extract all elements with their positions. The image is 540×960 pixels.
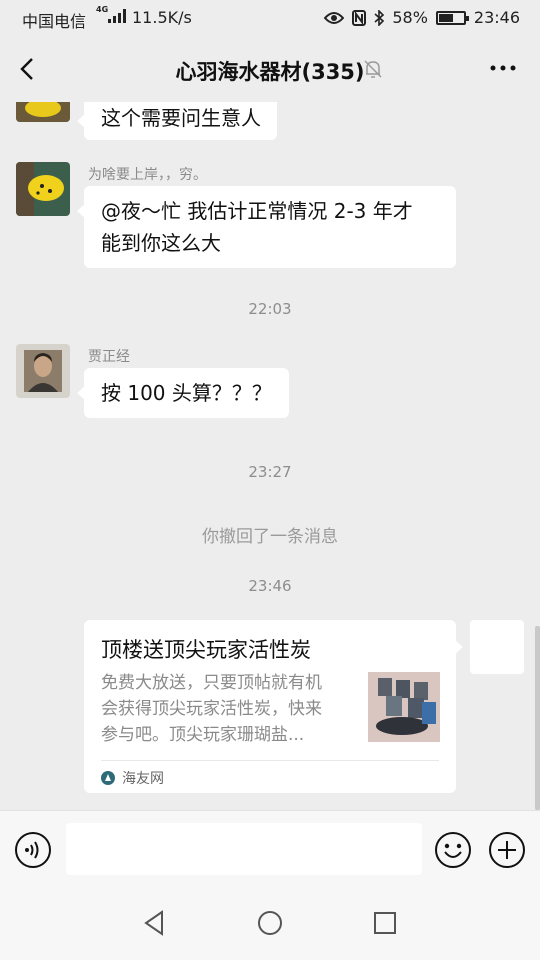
plus-icon[interactable] (488, 831, 526, 869)
timestamp: 23:46 (248, 577, 292, 595)
nfc-icon (352, 9, 367, 26)
sender-name: 为啥要上岸，，穷。 (88, 167, 207, 183)
battery-level (438, 13, 453, 22)
clock: 23:46 (473, 8, 520, 27)
message-list[interactable]: 这个需要问生意人 为啥要上岸，，穷。 @夜～忙 我估计正常情况 2-3 年才 能… (0, 102, 540, 810)
recall-notice: 你撤回了一条消息 (202, 527, 338, 547)
message-text: 按 100 头算？？？ (101, 381, 272, 405)
message-bubble[interactable]: @夜～忙 我估计正常情况 2-3 年才 能到你这么大 (77, 186, 456, 268)
mute-bell-icon (364, 60, 382, 78)
link-card-desc-line: 会获得顶尖玩家活性炭，快来 (101, 699, 322, 719)
network-type-label: 4G (96, 5, 109, 14)
link-card-source: 海友网 (122, 771, 164, 787)
more-dots-icon[interactable] (488, 56, 518, 80)
message-bubble[interactable]: 按 100 头算？？？ (77, 368, 289, 418)
nav-back-icon[interactable] (140, 908, 170, 938)
chat-title: 心羽海水器材(335) (175, 60, 365, 84)
nav-recent-icon[interactable] (370, 908, 400, 938)
own-avatar[interactable] (470, 620, 524, 674)
system-nav-bar (0, 888, 540, 960)
link-card-title: 顶楼送顶尖玩家活性炭 (101, 638, 311, 662)
battery-percent: 58% (392, 8, 428, 27)
avatar[interactable] (16, 344, 70, 398)
network-speed: 11.5K/s (132, 8, 192, 27)
input-bar (0, 810, 540, 888)
signal-icon (108, 9, 126, 23)
battery-icon (435, 10, 469, 25)
source-logo-icon (101, 771, 115, 785)
link-card-desc-line: 参与吧。顶尖玩家珊瑚盐... (101, 725, 305, 745)
message-line: 能到你这么大 (101, 231, 221, 255)
eye-icon (324, 11, 345, 24)
chat-header: 心羽海水器材(335) (0, 36, 540, 102)
message-bubble[interactable]: 这个需要问生意人 (77, 102, 277, 140)
link-card-divider (101, 760, 439, 761)
timestamp: 23:27 (248, 463, 292, 481)
voice-icon[interactable] (14, 831, 52, 869)
timestamp: 22:03 (248, 300, 292, 318)
avatar[interactable] (16, 102, 70, 122)
message-text: 这个需要问生意人 (101, 106, 261, 130)
link-card-desc-line: 免费大放送，只要顶帖就有机 (101, 673, 322, 693)
bluetooth-icon (374, 9, 385, 26)
message-line: @夜～忙 我估计正常情况 2-3 年才 (101, 199, 413, 223)
link-card[interactable]: 顶楼送顶尖玩家活性炭 免费大放送，只要顶帖就有机 会获得顶尖玩家活性炭，快来 参… (84, 620, 463, 793)
nav-home-icon[interactable] (255, 908, 285, 938)
message-input[interactable] (66, 823, 422, 875)
status-bar: 中国电信 4G 11.5K/s 58% 23:46 (0, 0, 540, 36)
carrier-label: 中国电信 (22, 12, 87, 31)
sender-name: 贾正经 (88, 349, 130, 365)
link-card-description: 免费大放送，只要顶帖就有机 会获得顶尖玩家活性炭，快来 参与吧。顶尖玩家珊瑚盐.… (101, 670, 353, 748)
avatar[interactable] (16, 162, 70, 216)
link-card-thumbnail (368, 672, 440, 742)
scrollbar[interactable] (535, 626, 540, 810)
emoji-icon[interactable] (434, 831, 472, 869)
